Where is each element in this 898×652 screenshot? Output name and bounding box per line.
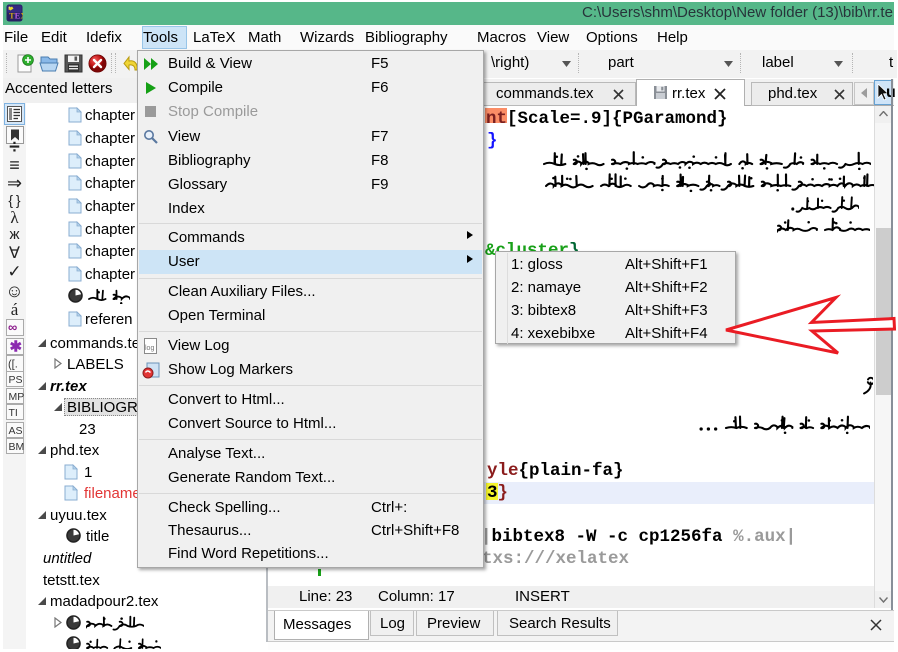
svg-text:BM: BM — [9, 441, 25, 453]
svg-text:([.: ([. — [8, 359, 18, 371]
svg-text:MP: MP — [9, 391, 25, 403]
svg-text:✱: ✱ — [10, 339, 23, 356]
svg-text:TEX: TEX — [9, 11, 23, 21]
svg-text:log: log — [145, 345, 154, 352]
svg-text:TI: TI — [9, 407, 18, 419]
svg-text:AS: AS — [9, 425, 23, 437]
svg-text:∞: ∞ — [8, 320, 17, 335]
svg-text:PS: PS — [9, 374, 23, 386]
